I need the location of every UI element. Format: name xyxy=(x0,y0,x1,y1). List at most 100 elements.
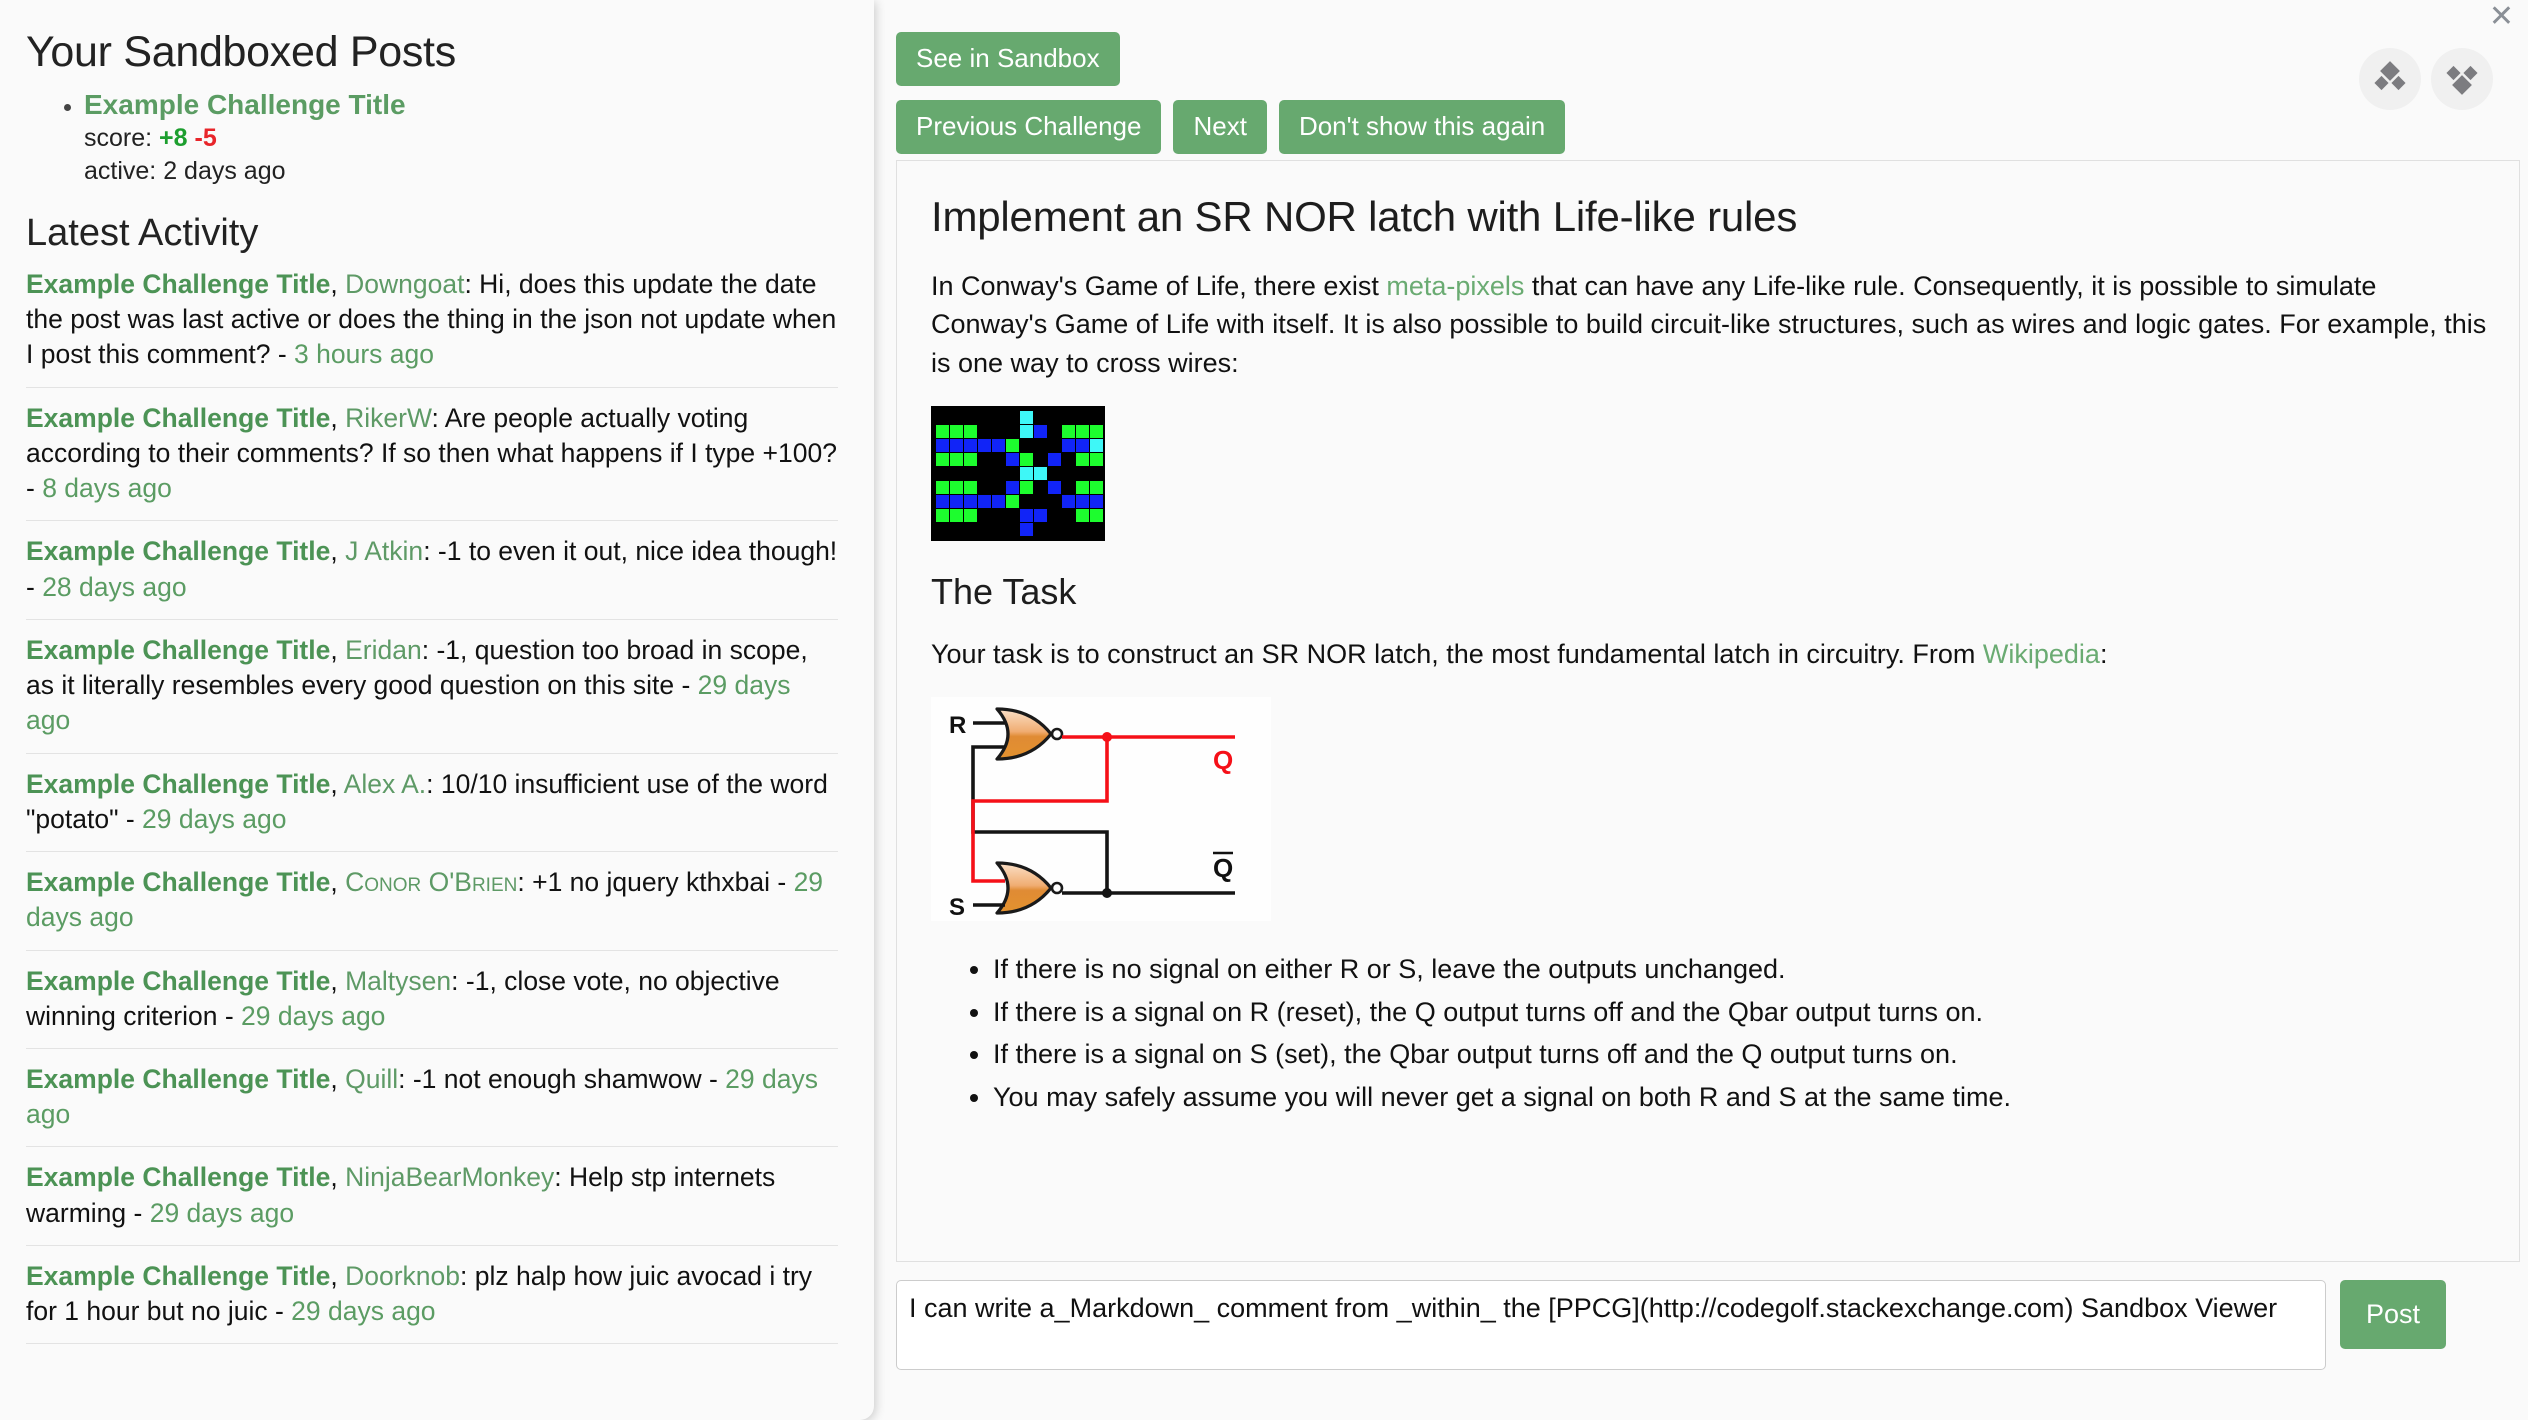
gol-cell xyxy=(1034,508,1047,522)
activity-timestamp[interactable]: 28 days ago xyxy=(42,572,186,602)
gol-cell xyxy=(1048,480,1061,494)
previous-challenge-button[interactable]: Previous Challenge xyxy=(896,100,1162,154)
svg-text:Q: Q xyxy=(1213,853,1233,883)
activity-user-link[interactable]: Eridan xyxy=(345,635,422,665)
activity-user-link[interactable]: J Atkin xyxy=(345,536,423,566)
gol-cell xyxy=(978,452,991,466)
rule-item: If there is a signal on S (set), the Qba… xyxy=(993,1034,2495,1075)
challenge-content-card: Implement an SR NOR latch with Life-like… xyxy=(896,160,2520,1262)
activity-challenge-link[interactable]: Example Challenge Title xyxy=(26,867,330,897)
gol-cell xyxy=(964,424,977,438)
activity-user-link[interactable]: Downgoat xyxy=(345,269,464,299)
activity-challenge-link[interactable]: Example Challenge Title xyxy=(26,269,330,299)
gol-cell xyxy=(978,424,991,438)
activity-timestamp[interactable]: 29 days ago xyxy=(142,804,286,834)
upvote-button[interactable] xyxy=(2359,48,2421,110)
gol-cell xyxy=(964,494,977,508)
activity-user-link[interactable]: Alex A. xyxy=(344,769,427,799)
gol-cell xyxy=(950,438,963,452)
activity-separator: , xyxy=(330,402,346,433)
gol-cell xyxy=(1006,452,1019,466)
score-up-value: +8 xyxy=(159,124,188,152)
activity-timestamp[interactable]: 29 days ago xyxy=(291,1296,435,1326)
close-icon[interactable]: ✕ xyxy=(2489,2,2514,32)
rule-item: If there is no signal on either R or S, … xyxy=(993,949,2495,990)
activity-separator: , xyxy=(330,1063,346,1094)
activity-challenge-link[interactable]: Example Challenge Title xyxy=(26,966,330,996)
latest-activity-list: Example Challenge Title, Downgoat: Hi, d… xyxy=(26,261,838,1345)
activity-challenge-link[interactable]: Example Challenge Title xyxy=(26,536,330,566)
wikipedia-link[interactable]: Wikipedia xyxy=(1983,639,2100,669)
activity-colon: : xyxy=(451,965,466,996)
activity-colon: : xyxy=(426,768,441,799)
gol-cell xyxy=(1034,438,1047,452)
see-in-sandbox-button[interactable]: See in Sandbox xyxy=(896,32,1120,86)
activity-user-link[interactable]: Conor O'Brien xyxy=(345,867,517,897)
activity-user-link[interactable]: RikerW xyxy=(345,403,431,433)
gol-cell xyxy=(1076,494,1089,508)
gol-cell xyxy=(964,480,977,494)
activity-challenge-link[interactable]: Example Challenge Title xyxy=(26,403,330,433)
activity-challenge-link[interactable]: Example Challenge Title xyxy=(26,769,330,799)
activity-user-link[interactable]: Doorknob xyxy=(345,1261,460,1291)
gol-cell xyxy=(1062,438,1075,452)
next-button[interactable]: Next xyxy=(1173,100,1267,154)
gol-cell xyxy=(1090,438,1103,452)
gol-cell xyxy=(1062,480,1075,494)
gol-cell xyxy=(950,480,963,494)
gol-cell xyxy=(1062,424,1075,438)
gol-cell xyxy=(1090,452,1103,466)
gol-cell xyxy=(964,410,977,424)
gol-cell xyxy=(1048,522,1061,536)
activity-timestamp[interactable]: 3 hours ago xyxy=(294,339,434,369)
game-of-life-wire-crossing-image xyxy=(931,405,1105,541)
gol-cell xyxy=(964,438,977,452)
list-item: Example Challenge Title, Quill: -1 not e… xyxy=(26,1049,838,1148)
activity-user-link[interactable]: Maltysen xyxy=(345,966,451,996)
activity-timestamp[interactable]: 8 days ago xyxy=(42,473,172,503)
gol-cell xyxy=(1006,522,1019,536)
gol-cell xyxy=(1020,480,1033,494)
gol-cell xyxy=(1006,438,1019,452)
comment-input[interactable] xyxy=(896,1280,2326,1370)
list-item: Example Challenge Title, RikerW: Are peo… xyxy=(26,388,838,522)
gol-cell xyxy=(964,522,977,536)
meta-pixels-link[interactable]: meta-pixels xyxy=(1386,271,1524,301)
gol-cell xyxy=(1006,424,1019,438)
gol-cell xyxy=(950,452,963,466)
activity-user-link[interactable]: Quill xyxy=(345,1064,398,1094)
activity-timestamp[interactable]: 29 days ago xyxy=(150,1198,294,1228)
activity-colon: : xyxy=(431,402,445,433)
gol-cell xyxy=(1062,466,1075,480)
post-title-link[interactable]: Example Challenge Title xyxy=(84,87,838,122)
gol-cell xyxy=(1090,466,1103,480)
gol-cell xyxy=(936,494,949,508)
gol-cell xyxy=(950,466,963,480)
gol-cell xyxy=(950,508,963,522)
gol-cell xyxy=(978,494,991,508)
gol-cell xyxy=(1020,452,1033,466)
score-label: score: xyxy=(84,124,160,152)
gol-cell xyxy=(1048,410,1061,424)
sandboxed-posts-list: Example Challenge Title score: +8 -5 act… xyxy=(26,87,838,188)
activity-challenge-link[interactable]: Example Challenge Title xyxy=(26,1261,330,1291)
gol-cell xyxy=(992,494,1005,508)
task-text-before: Your task is to construct an SR NOR latc… xyxy=(931,638,1983,669)
gol-cell xyxy=(964,508,977,522)
gol-cell xyxy=(1020,424,1033,438)
activity-separator: , xyxy=(330,634,346,665)
post-active-time: active: 2 days ago xyxy=(84,157,286,185)
label-s: S xyxy=(949,894,965,921)
activity-timestamp[interactable]: 29 days ago xyxy=(241,1001,385,1031)
gol-cell xyxy=(1034,452,1047,466)
dont-show-again-button[interactable]: Don't show this again xyxy=(1278,100,1566,154)
activity-colon: : xyxy=(517,867,533,898)
activity-challenge-link[interactable]: Example Challenge Title xyxy=(26,635,330,665)
gol-cell xyxy=(1090,424,1103,438)
downvote-button[interactable] xyxy=(2431,48,2493,110)
post-comment-button[interactable]: Post xyxy=(2340,1280,2447,1349)
activity-user-link[interactable]: NinjaBearMonkey xyxy=(345,1162,554,1192)
activity-challenge-link[interactable]: Example Challenge Title xyxy=(26,1064,330,1094)
activity-challenge-link[interactable]: Example Challenge Title xyxy=(26,1162,330,1192)
gol-cell xyxy=(1006,508,1019,522)
